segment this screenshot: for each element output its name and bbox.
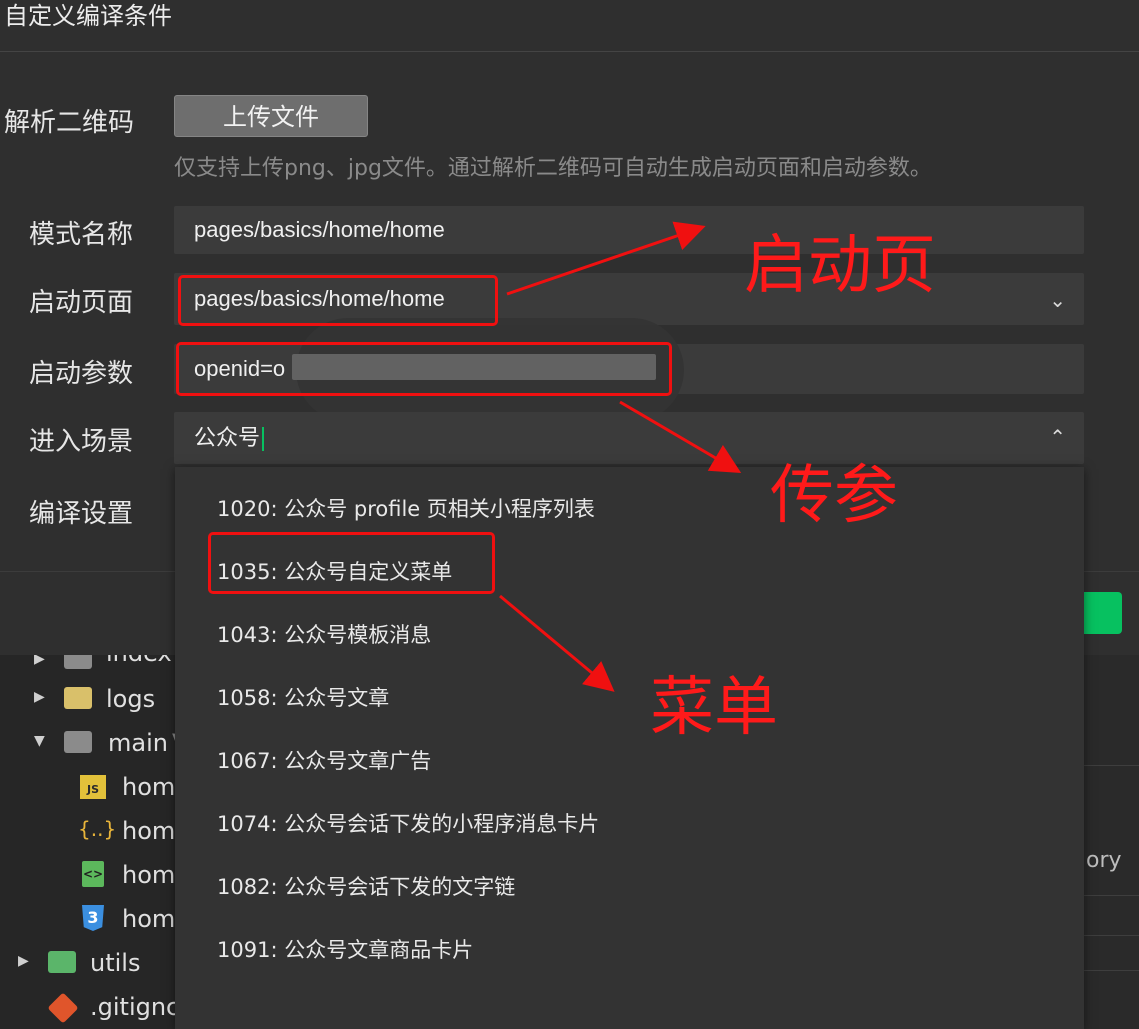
arrow-to-menu-label — [499, 594, 615, 692]
annotation-arrows — [499, 221, 742, 692]
annotation-start-page: 启动页 — [744, 229, 936, 303]
annotation-pass-params: 传参 — [770, 459, 898, 533]
annotation-menu: 菜单 — [650, 671, 778, 745]
arrow-to-params-label — [619, 400, 742, 474]
arrow-to-start-page-label — [506, 221, 706, 296]
